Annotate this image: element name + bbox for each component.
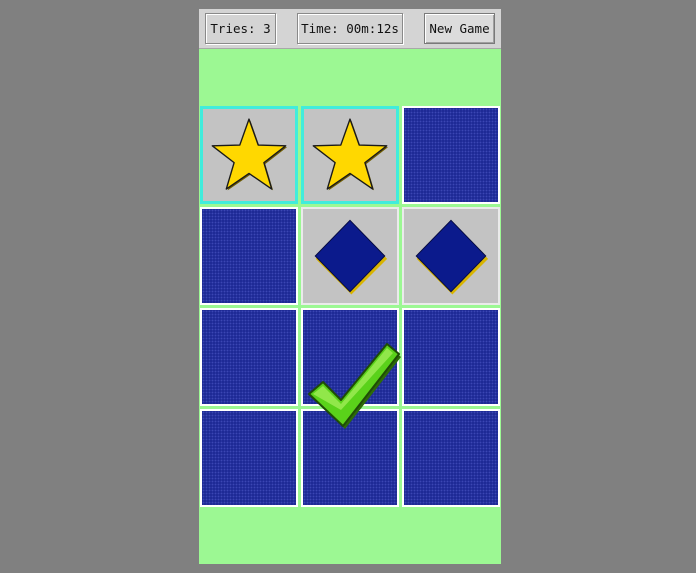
elapsed-time: Time: 00m:12s (297, 13, 403, 44)
memory-game-window: Tries: 3 Time: 00m:12s New Game (199, 9, 501, 564)
card-face-up[interactable] (200, 106, 298, 204)
diamond-icon (415, 219, 489, 295)
card-face-down[interactable] (200, 409, 298, 507)
card-face-down[interactable] (301, 409, 399, 507)
toolbar: Tries: 3 Time: 00m:12s New Game (199, 9, 501, 49)
diamond-icon (314, 219, 388, 295)
star-icon (211, 118, 288, 191)
card-face-up[interactable] (402, 207, 500, 305)
card-face-down[interactable] (200, 308, 298, 406)
card-face-up[interactable] (301, 106, 399, 204)
card-face-down[interactable] (301, 308, 399, 406)
new-game-button[interactable]: New Game (424, 13, 495, 44)
card-face-down[interactable] (402, 409, 500, 507)
card-grid (199, 106, 501, 509)
card-face-down[interactable] (402, 106, 500, 204)
card-face-up[interactable] (301, 207, 399, 305)
card-face-down[interactable] (402, 308, 500, 406)
card-face-down[interactable] (200, 207, 298, 305)
tries-counter: Tries: 3 (205, 13, 276, 44)
star-icon (312, 118, 389, 191)
